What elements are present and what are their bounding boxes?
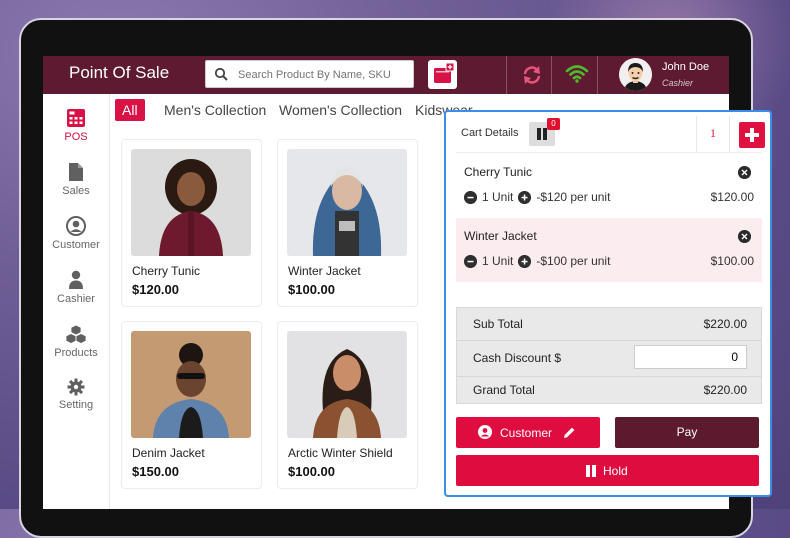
app-title: Point Of Sale [69,63,170,82]
product-name: Winter Jacket [288,264,361,278]
hold-button[interactable]: Hold [456,455,759,486]
top-bar: Point Of Sale Search Product By Name, SK… [43,56,729,94]
avatar[interactable] [619,58,652,91]
user-avatar-icon [619,58,652,91]
cart-line-item: Winter Jacket 1 Unit -$100 per unit $100… [456,218,762,282]
user-name: John Doe [662,61,710,73]
sidebar-item-pos[interactable]: POS [43,108,109,143]
line-item-qty: 1 Unit [482,254,514,268]
totals-table: Sub Total $220.00 Cash Discount $ Grand … [456,307,762,404]
user-role: Cashier [662,78,694,88]
sidebar-item-products[interactable]: Products [43,324,109,359]
cart-panel: Cart Details 0 1 Cherry Tunic 1 Unit -$1… [444,110,772,497]
product-name: Arctic Winter Shield [288,446,393,460]
sidebar-item-label: Products [54,347,98,359]
add-cart-button[interactable] [428,60,457,89]
product-card[interactable]: Cherry Tunic $120.00 [121,139,262,307]
line-item-unit-price: -$120 per unit [536,190,611,204]
grand-total-label: Grand Total [473,383,535,397]
product-image [287,149,407,256]
sidebar-item-label: POS [64,131,88,143]
remove-item-icon[interactable] [738,230,751,243]
sidebar-item-label: Setting [58,399,94,411]
cart-count-box: 1 [696,116,730,152]
sidebar: POS Sales Customer Cashier Products Sett… [43,94,110,509]
product-image [131,149,251,256]
line-item-qty: 1 Unit [482,190,514,204]
plus-circle-icon[interactable] [518,190,532,204]
hold-button-label: Hold [603,464,628,478]
new-cart-button[interactable] [739,122,765,148]
cubes-icon [65,324,87,344]
cart-header: Cart Details 0 1 [456,116,765,153]
product-card[interactable]: Arctic Winter Shield $100.00 [277,321,418,489]
product-price: $150.00 [132,464,179,479]
subtotal-value: $220.00 [703,317,747,331]
pencil-icon [564,427,575,438]
sidebar-item-setting[interactable]: Setting [43,378,109,411]
tab-womens-collection[interactable]: Women's Collection [279,99,402,121]
cart-line-item: Cherry Tunic 1 Unit -$120 per unit $120.… [456,154,762,218]
wifi-icon [565,65,589,83]
product-card[interactable]: Denim Jacket $150.00 [121,321,262,489]
cart-count: 1 [710,126,716,140]
quantity-stepper: 1 Unit -$100 per unit [464,254,610,268]
document-icon [69,163,83,181]
user-circle-icon [66,216,86,236]
remove-item-icon[interactable] [738,166,751,179]
search-box[interactable] [205,60,414,88]
minus-icon[interactable] [464,254,477,268]
product-name: Denim Jacket [132,446,205,460]
calculator-icon [67,109,85,127]
customer-button-label: Customer [500,426,553,440]
line-item-name: Cherry Tunic [464,165,533,179]
cart-add-icon [434,62,455,83]
cart-title: Cart Details [461,127,519,139]
sidebar-item-sales[interactable]: Sales [43,162,109,197]
minus-icon[interactable] [464,190,477,204]
topbar-divider [506,56,507,94]
line-item-name: Winter Jacket [464,229,537,243]
line-item-total: $100.00 [710,254,754,268]
subtotal-row: Sub Total $220.00 [457,308,761,341]
customer-button[interactable]: Customer [456,417,600,448]
subtotal-label: Sub Total [473,317,523,331]
topbar-divider [597,56,598,94]
product-price: $120.00 [132,282,179,297]
sync-icon[interactable] [521,64,543,86]
sidebar-item-label: Cashier [57,293,95,305]
pause-icon [586,465,596,477]
cash-discount-input[interactable] [634,345,747,369]
product-card[interactable]: Winter Jacket $100.00 [277,139,418,307]
topbar-divider [551,56,552,94]
product-price: $100.00 [288,282,335,297]
plus-icon [745,128,759,142]
tab-mens-collection[interactable]: Men's Collection [164,99,266,121]
sidebar-item-label: Customer [52,239,100,251]
sidebar-item-customer[interactable]: Customer [43,216,109,251]
plus-circle-icon[interactable] [518,254,532,268]
tab-all[interactable]: All [115,99,145,121]
gear-icon [67,378,85,396]
product-image [131,331,251,438]
user-circle-icon [478,425,492,439]
product-name: Cherry Tunic [132,264,201,278]
product-image [287,331,407,438]
pay-button[interactable]: Pay [615,417,759,448]
grand-total-value: $220.00 [703,383,747,397]
discount-label: Cash Discount $ [473,351,562,365]
product-price: $100.00 [288,464,335,479]
sidebar-item-cashier[interactable]: Cashier [43,270,109,305]
quantity-stepper: 1 Unit -$120 per unit [464,190,610,204]
line-item-total: $120.00 [710,190,754,204]
search-input[interactable] [236,65,412,85]
user-icon [69,270,83,289]
sidebar-item-label: Sales [62,185,90,197]
search-icon [214,67,228,81]
held-count-badge: 0 [547,118,560,130]
grand-total-row: Grand Total $220.00 [457,376,761,403]
discount-row: Cash Discount $ [457,340,761,377]
line-item-unit-price: -$100 per unit [536,254,611,268]
